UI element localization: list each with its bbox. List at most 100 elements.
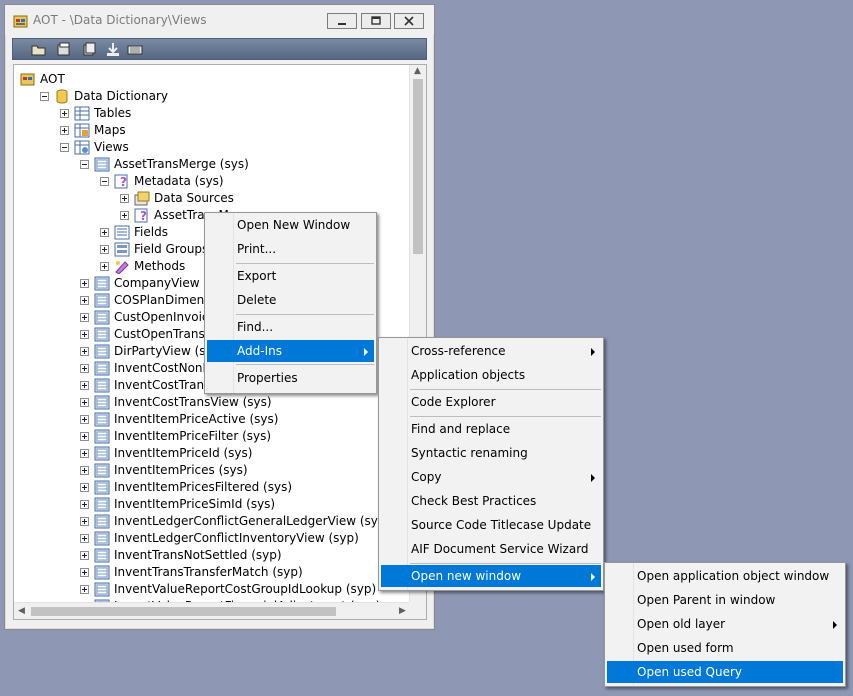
addins-menu-item[interactable]: Check Best Practices [381, 490, 601, 512]
addins-menu-item[interactable]: Find and replace [381, 418, 601, 440]
tree-node[interactable]: InventCostTransView (sys) [14, 394, 409, 411]
view-icon [94, 293, 110, 308]
expand-icon[interactable] [80, 381, 89, 390]
context-menu-item[interactable]: Export [207, 265, 374, 287]
addins-menu-item[interactable]: Syntactic renaming [381, 442, 601, 464]
expand-icon[interactable] [80, 568, 89, 577]
datasources-icon [134, 191, 150, 206]
maximize-button[interactable] [361, 13, 391, 29]
openwin-menu-item[interactable]: Open used form [607, 637, 843, 659]
submenu-arrow-icon [833, 621, 837, 629]
tree-node-label: Views [94, 140, 129, 154]
expand-icon[interactable] [80, 466, 89, 475]
tree-node[interactable]: InventLedgerConflictInventoryView (syp) [14, 530, 409, 547]
expand-icon[interactable] [60, 126, 69, 135]
scroll-up-icon[interactable]: ▲ [414, 66, 421, 76]
title-bar[interactable]: AOT - \Data Dictionary\Views [5, 5, 434, 35]
addins-menu-item[interactable]: Open new window [381, 565, 601, 587]
minimize-button[interactable] [327, 13, 357, 29]
expand-icon[interactable] [80, 432, 89, 441]
tree-node-label: InventTransNotSettled (syp) [114, 548, 282, 562]
collapse-icon[interactable] [40, 92, 49, 101]
expand-icon[interactable] [80, 517, 89, 526]
expand-icon[interactable] [80, 551, 89, 560]
context-menu-item[interactable]: Delete [207, 289, 374, 311]
menu-item-label: Check Best Practices [411, 494, 537, 508]
minimize-icon [338, 23, 346, 25]
addins-menu-item[interactable]: Code Explorer [381, 391, 601, 413]
tree-node[interactable]: AOT [14, 71, 409, 88]
layer-icon[interactable] [127, 42, 143, 57]
scroll-left-icon[interactable]: ◀ [18, 606, 25, 616]
tree-node[interactable]: Tables [14, 105, 409, 122]
tree-node-label: InventItemPriceId (sys) [114, 446, 253, 460]
expand-icon[interactable] [80, 534, 89, 543]
expand-icon[interactable] [80, 415, 89, 424]
open-folder-icon[interactable] [31, 42, 47, 57]
expand-icon[interactable] [100, 228, 109, 237]
expand-icon[interactable] [80, 585, 89, 594]
expand-icon[interactable] [120, 211, 129, 220]
view-icon [94, 157, 110, 172]
import-icon[interactable] [105, 42, 121, 57]
context-menu-item[interactable]: Print... [207, 238, 374, 260]
context-menu-item[interactable]: Find... [207, 316, 374, 338]
addins-menu-item[interactable]: Application objects [381, 364, 601, 386]
context-menu-item[interactable]: Add-Ins [207, 340, 374, 362]
addins-menu-item[interactable]: Cross-reference [381, 340, 601, 362]
tree-node[interactable]: Data Sources [14, 190, 409, 207]
fields-icon [114, 225, 130, 240]
openwin-menu-item[interactable]: Open used Query [607, 661, 843, 683]
context-menu-item[interactable]: Open New Window [207, 214, 374, 236]
context-menu-item[interactable]: Properties [207, 367, 374, 389]
tree-node[interactable]: Views [14, 139, 409, 156]
openwin-menu-item[interactable]: Open Parent in window [607, 589, 843, 611]
expand-icon[interactable] [80, 364, 89, 373]
expand-icon[interactable] [120, 194, 129, 203]
tree-node[interactable]: InventItemPriceSimId (sys) [14, 496, 409, 513]
tree-node[interactable]: Maps [14, 122, 409, 139]
collapse-icon[interactable] [60, 143, 69, 152]
tree-node[interactable]: InventItemPrices (sys) [14, 462, 409, 479]
tree-node[interactable]: InventTransTransferMatch (syp) [14, 564, 409, 581]
expand-icon[interactable] [60, 109, 69, 118]
addins-menu-item[interactable]: AIF Document Service Wizard [381, 538, 601, 560]
tree-node[interactable]: Data Dictionary [14, 88, 409, 105]
expand-icon[interactable] [80, 449, 89, 458]
expand-icon[interactable] [80, 279, 89, 288]
expand-icon[interactable] [80, 347, 89, 356]
addins-menu-item[interactable]: Copy [381, 466, 601, 488]
scroll-right-icon[interactable]: ▶ [399, 606, 406, 616]
horizontal-scroll-thumb[interactable] [31, 607, 336, 616]
expand-icon[interactable] [80, 296, 89, 305]
compile-icon[interactable] [81, 42, 97, 57]
tree-node[interactable]: ? Metadata (sys) [14, 173, 409, 190]
tree-node[interactable]: InventItemPriceFilter (sys) [14, 428, 409, 445]
expand-icon[interactable] [80, 398, 89, 407]
collapse-icon[interactable] [100, 177, 109, 186]
tree-node-label: Metadata (sys) [134, 174, 224, 188]
tree-node[interactable]: InventTransNotSettled (syp) [14, 547, 409, 564]
tree-node[interactable]: InventLedgerConflictGeneralLedgerView (s… [14, 513, 409, 530]
openwin-menu-item[interactable]: Open application object window [607, 565, 843, 587]
tree-node[interactable]: InventItemPricesFiltered (sys) [14, 479, 409, 496]
horizontal-scrollbar[interactable]: ◀ ▶ [14, 602, 410, 619]
addins-menu-item[interactable]: Source Code Titlecase Update [381, 514, 601, 536]
tree-node[interactable]: InventItemPriceActive (sys) [14, 411, 409, 428]
expand-icon[interactable] [80, 500, 89, 509]
tree-node[interactable]: InventItemPriceId (sys) [14, 445, 409, 462]
vertical-scroll-thumb[interactable] [413, 79, 423, 254]
expand-icon[interactable] [80, 330, 89, 339]
expand-icon[interactable] [100, 245, 109, 254]
expand-icon[interactable] [80, 483, 89, 492]
expand-icon[interactable] [100, 262, 109, 271]
tree-node[interactable]: AssetTransMerge (sys) [14, 156, 409, 173]
close-button[interactable] [394, 13, 424, 29]
expand-icon[interactable] [80, 313, 89, 322]
maximize-icon [371, 16, 381, 25]
properties-icon[interactable] [56, 42, 72, 57]
menu-item-label: Open New Window [237, 218, 351, 232]
openwin-menu-item[interactable]: Open old layer [607, 613, 843, 635]
collapse-icon[interactable] [80, 160, 89, 169]
tree-node[interactable]: InventValueReportCostGroupIdLookup (syp) [14, 581, 409, 598]
